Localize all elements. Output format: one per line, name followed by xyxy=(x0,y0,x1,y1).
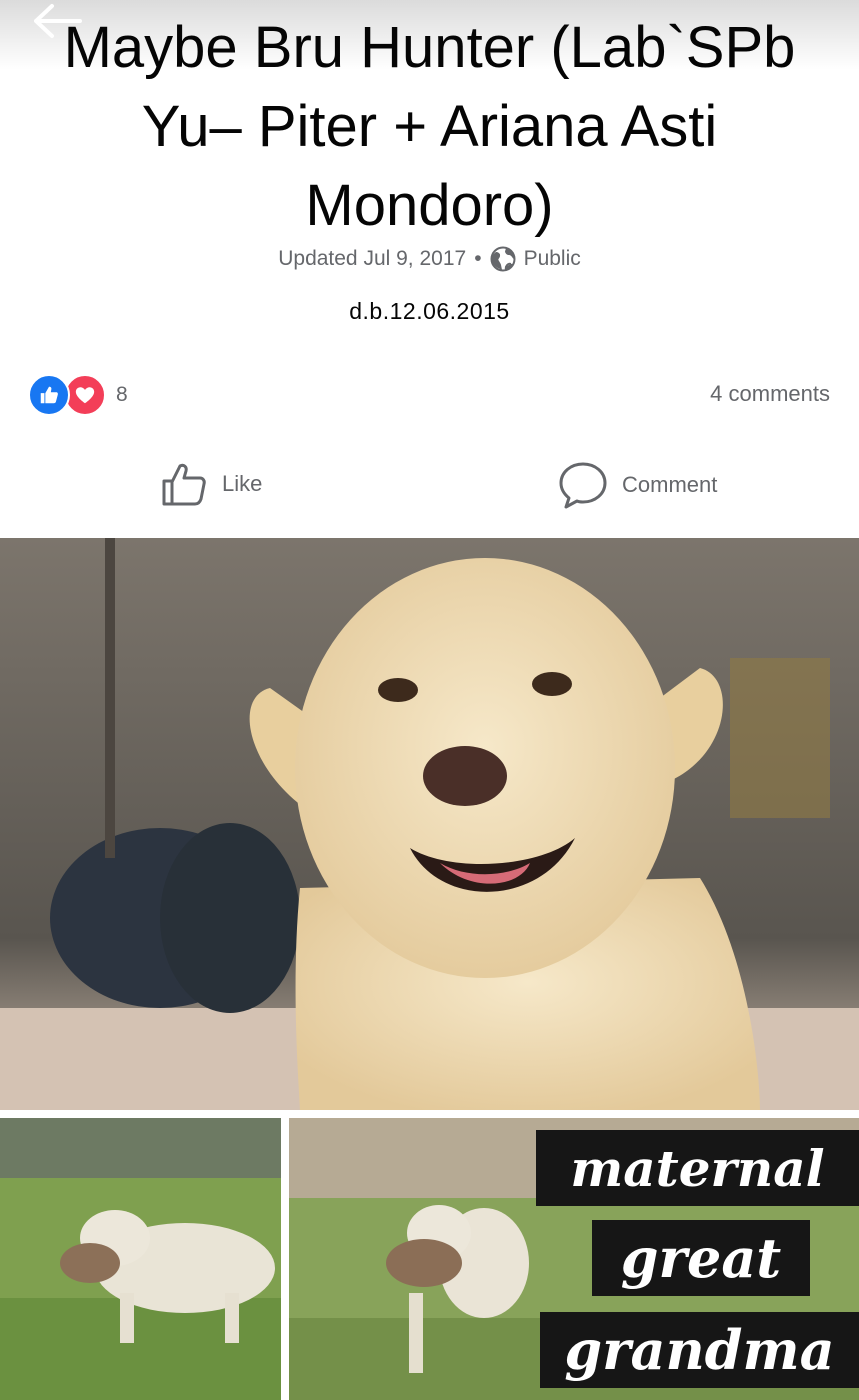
meta-separator: • xyxy=(474,247,482,270)
like-label: Like xyxy=(222,471,263,496)
caption-line-1: maternal xyxy=(536,1130,859,1206)
comments-count-link[interactable]: 4 comments xyxy=(710,381,830,407)
caption-line-3: grandma xyxy=(540,1312,859,1388)
post-meta: Updated Jul 9, 2017 • Public xyxy=(0,246,859,272)
like-button[interactable]: Like xyxy=(160,460,262,508)
comment-bubble-icon xyxy=(559,462,607,509)
love-reaction-icon xyxy=(64,374,106,416)
caption-line-2: great xyxy=(592,1220,810,1296)
comment-label: Comment xyxy=(622,472,718,497)
updated-date: Updated Jul 9, 2017 xyxy=(278,247,467,270)
dog-portrait-image xyxy=(0,538,859,1110)
dog-retrieving-bird-image xyxy=(0,1118,281,1400)
thumbs-up-icon xyxy=(162,463,206,506)
comment-button[interactable]: Comment xyxy=(558,460,717,510)
post-title: Maybe Bru Hunter (Lab`SPb Yu– Piter + Ar… xyxy=(63,15,796,238)
caption-text-grandma: grandma xyxy=(564,1318,835,1382)
privacy-label: Public xyxy=(523,247,581,270)
dog-grass-photo[interactable]: maternal great grandma xyxy=(289,1118,859,1400)
post-description: d.b.12.06.2015 xyxy=(349,298,510,324)
reactions-summary[interactable]: 8 xyxy=(28,374,128,416)
dog-portrait-photo[interactable] xyxy=(0,538,859,1110)
globe-icon xyxy=(490,246,516,272)
like-reaction-icon xyxy=(28,374,70,416)
dog-field-photo[interactable] xyxy=(0,1118,281,1400)
caption-text-maternal: maternal xyxy=(570,1138,825,1198)
reaction-count: 8 xyxy=(116,383,128,406)
caption-text-great: great xyxy=(620,1226,782,1290)
